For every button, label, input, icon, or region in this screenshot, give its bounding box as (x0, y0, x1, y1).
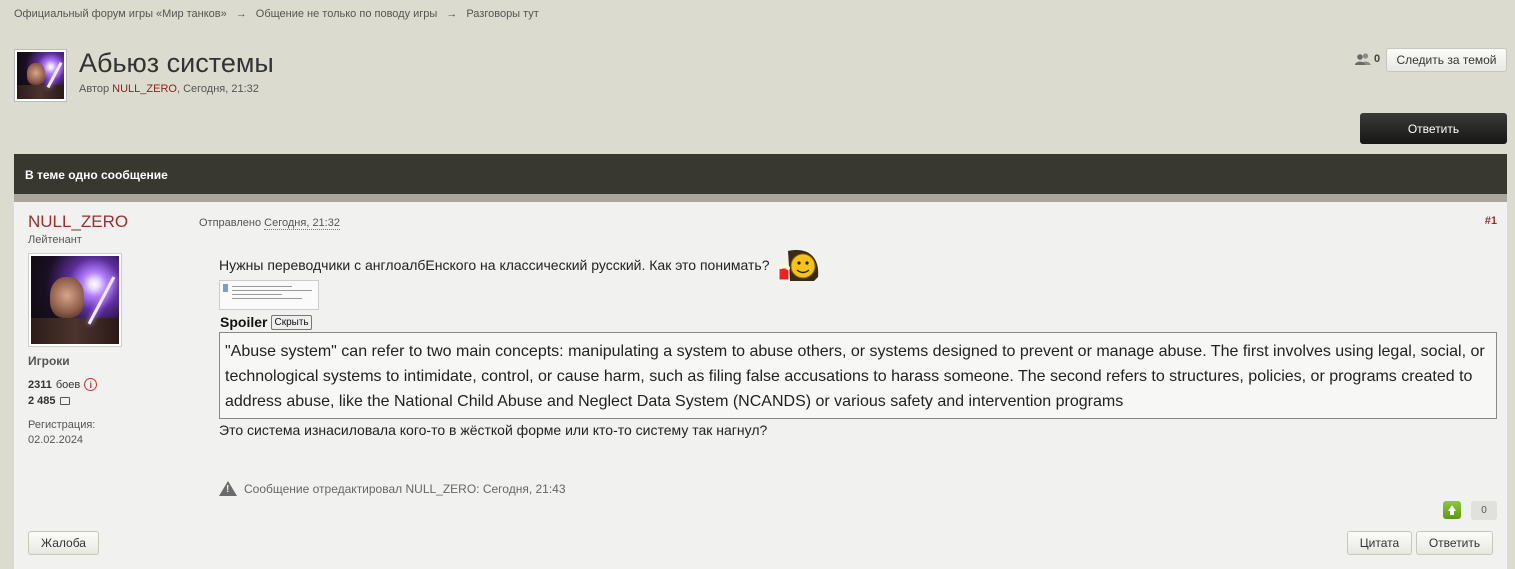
breadcrumb-link-section[interactable]: Общение не только по поводу игры (256, 8, 438, 20)
post-text-question: Это система изнасиловала кого-то в жёстк… (219, 422, 768, 438)
warning-icon (219, 481, 237, 496)
follow-topic-button[interactable]: Следить за темой (1386, 48, 1507, 72)
post-date: Отправлено Сегодня, 21:32 (199, 217, 340, 230)
post-author-rank: Лейтенант (28, 234, 82, 246)
followers-count: 0 (1374, 53, 1381, 65)
topic-meta: Автор NULL_ZERO, Сегодня, 21:32 (79, 83, 259, 95)
battles-stat: 2311 боев i (28, 378, 98, 391)
users-icon (1355, 53, 1371, 65)
post-date-prefix: Отправлено (199, 217, 265, 229)
topic-meta-date: , Сегодня, 21:32 (176, 83, 259, 95)
spoiler-header: Spoiler Скрыть (220, 314, 312, 330)
post-reply-button[interactable]: Ответить (1416, 531, 1493, 555)
topic-author-link[interactable]: NULL_ZERO (112, 83, 177, 95)
smiley-popcorn-icon (778, 250, 819, 281)
topic-author-avatar[interactable] (14, 49, 67, 102)
report-button[interactable]: Жалоба (28, 531, 99, 555)
posts-value: 2 485 (28, 395, 56, 407)
reply-topic-button[interactable]: Ответить (1360, 113, 1507, 144)
post-author-name[interactable]: NULL_ZERO (28, 212, 128, 232)
post: NULL_ZERO Лейтенант Игроки 2311 боев i 2… (14, 202, 1507, 569)
edit-note-text: Сообщение отредактировал NULL_ZERO: Сего… (244, 481, 566, 496)
thread-header: В теме одно сообщение (14, 154, 1507, 194)
battles-value: 2311 (28, 378, 52, 391)
posts-stat: 2 485 (28, 395, 70, 407)
thread-header-divider (14, 194, 1507, 202)
spoiler-content: "Abuse system" can refer to two main con… (219, 332, 1497, 419)
post-date-value: Сегодня, 21:32 (264, 217, 340, 230)
comment-icon (59, 397, 70, 405)
breadcrumb-separator: → (235, 8, 247, 20)
followers-indicator[interactable]: 0 (1355, 53, 1380, 65)
topic-meta-prefix: Автор (79, 83, 113, 95)
attached-image-thumbnail[interactable] (219, 280, 319, 310)
post-permalink[interactable]: #1 (1485, 215, 1497, 227)
registration-date: 02.02.2024 (28, 434, 84, 446)
spoiler-label: Spoiler (220, 314, 268, 330)
registration-label: Регистрация: (28, 419, 96, 431)
info-icon[interactable]: i (84, 378, 98, 391)
breadcrumb-link-subsection[interactable]: Разговоры тут (466, 8, 539, 20)
edit-note: Сообщение отредактировал NULL_ZERO: Сего… (219, 481, 566, 496)
reputation-up-button[interactable] (1443, 501, 1461, 519)
breadcrumb-separator: → (446, 8, 458, 20)
breadcrumb: Официальный форум игры «Мир танков» → Обще… (14, 8, 539, 20)
page-title: Абьюз системы (79, 48, 274, 78)
spoiler-hide-button[interactable]: Скрыть (271, 314, 312, 330)
reputation-count: 0 (1471, 501, 1497, 520)
battles-label: боев (55, 378, 81, 391)
quote-button[interactable]: Цитата (1347, 531, 1412, 555)
post-text-intro: Нужны переводчики с англоалбЕнского на к… (219, 257, 770, 273)
post-author-group: Игроки (28, 354, 70, 368)
breadcrumb-link-forum[interactable]: Официальный форум игры «Мир танков» (14, 8, 227, 20)
post-author-avatar[interactable] (28, 253, 122, 347)
